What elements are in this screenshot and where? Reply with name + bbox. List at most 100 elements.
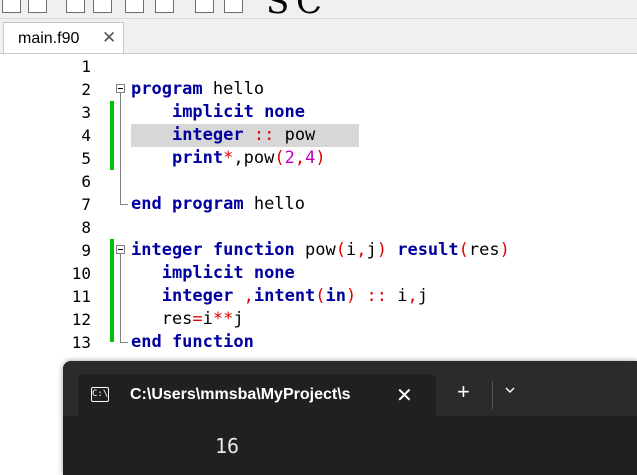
box-icon[interactable] (2, 0, 21, 13)
code-token: integer function (131, 240, 295, 260)
code-token: j (366, 240, 377, 260)
box-icon[interactable] (66, 0, 85, 13)
code-token: in (325, 286, 347, 306)
code-token: integer (161, 286, 234, 306)
terminal-tab[interactable]: C:\ C:\Users\mmsba\MyProject\s ✕ (78, 374, 436, 416)
code-token: i (202, 309, 213, 329)
chevron-down-icon[interactable] (505, 385, 515, 395)
code-token: res (468, 240, 500, 260)
code-token: ) (376, 240, 387, 260)
code-token: ( (274, 148, 285, 168)
code-line: implicit none (131, 262, 295, 285)
code-token: i (345, 240, 357, 260)
code-token: ,pow (233, 148, 275, 168)
fold-end (120, 204, 128, 205)
code-token: result (397, 240, 459, 260)
code-token: ( (335, 240, 346, 260)
code-line: integer ,intent(in) :: i,j (131, 285, 428, 308)
line-number: 10 (71, 264, 91, 283)
box-icon[interactable] (28, 0, 47, 13)
line-number: 9 (81, 241, 91, 260)
zoom-out-icon[interactable] (224, 0, 243, 13)
code-line: integer function pow(i,j) result(res) (131, 239, 510, 262)
new-tab-button[interactable]: + (457, 381, 470, 403)
line-number: 7 (81, 195, 91, 214)
terminal-tab-title: C:\Users\mmsba\MyProject\s (130, 386, 351, 403)
box-icon[interactable] (125, 0, 144, 13)
code-token: integer (171, 125, 244, 145)
code-token: , (294, 148, 306, 168)
code-token: , (407, 286, 418, 306)
terminal-tabbar: C:\ C:\Users\mmsba\MyProject\s ✕ + (63, 361, 637, 416)
code-token: j (233, 309, 244, 329)
code-token: i (387, 286, 408, 306)
code-line: res=i**j (131, 308, 244, 331)
terminal-icon: C:\ (91, 387, 109, 402)
code-token: ( (458, 240, 469, 260)
code-token: end program (131, 194, 244, 214)
code-token: = (192, 309, 203, 329)
code-token: ** (212, 309, 234, 329)
code-line: end program hello (131, 193, 305, 216)
line-number: 11 (71, 287, 91, 306)
change-bar (110, 239, 114, 342)
line-number: 4 (81, 126, 91, 145)
tab-label: main.f90 (18, 30, 80, 47)
line-number: 13 (71, 333, 91, 352)
code-token: program (131, 79, 203, 99)
code-token: end function (131, 332, 254, 352)
toolbar-glyph-c[interactable]: C (296, 0, 322, 19)
zoom-in-icon[interactable] (195, 0, 214, 13)
code-token: ) (315, 148, 326, 168)
line-number: 12 (71, 310, 91, 329)
code-token: * (223, 148, 234, 168)
tab-main-f90[interactable]: main.f90 ✕ (3, 22, 124, 53)
close-icon[interactable]: ✕ (396, 383, 413, 408)
fold-toggle-icon[interactable] (116, 84, 125, 93)
line-number: 3 (81, 103, 91, 122)
editor-tabbar: main.f90 ✕ (0, 19, 637, 54)
code-line: integer :: pow (131, 124, 315, 147)
terminal-output: 16 (215, 434, 240, 458)
code-token: intent (253, 286, 316, 306)
line-number: 8 (81, 218, 91, 237)
code-token: pow (294, 240, 336, 260)
divider (492, 381, 493, 409)
code-token: , (243, 286, 254, 306)
code-line: print*,pow(2,4) (131, 147, 326, 170)
code-token: hello (202, 79, 265, 99)
change-bar (110, 101, 114, 170)
code-line: implicit none (131, 101, 305, 124)
fold-toggle-icon[interactable] (116, 245, 125, 254)
code-token: ) (346, 286, 357, 306)
box-icon[interactable] (93, 0, 112, 13)
code-token: hello (243, 194, 306, 214)
fold-line (120, 93, 121, 204)
terminal-window[interactable]: C:\ C:\Users\mmsba\MyProject\s ✕ + 16 (63, 361, 637, 475)
box-icon[interactable] (155, 0, 174, 13)
code-token: ( (315, 286, 326, 306)
code-line: program hello (131, 78, 264, 101)
code-token: :: (253, 125, 275, 145)
code-token: 4 (305, 148, 316, 168)
line-number: 2 (81, 80, 91, 99)
code-token: , (356, 240, 367, 260)
code-token: implicit none (161, 263, 295, 283)
line-number: 6 (81, 172, 91, 191)
code-token: print (171, 148, 224, 168)
toolbar: S C (0, 0, 637, 19)
toolbar-glyph-s[interactable]: S (266, 0, 289, 19)
code-token: pow (274, 125, 316, 145)
code-token: res (131, 309, 193, 329)
code-token: j (417, 286, 428, 306)
close-icon[interactable]: ✕ (102, 28, 116, 48)
line-number: 1 (81, 57, 91, 76)
